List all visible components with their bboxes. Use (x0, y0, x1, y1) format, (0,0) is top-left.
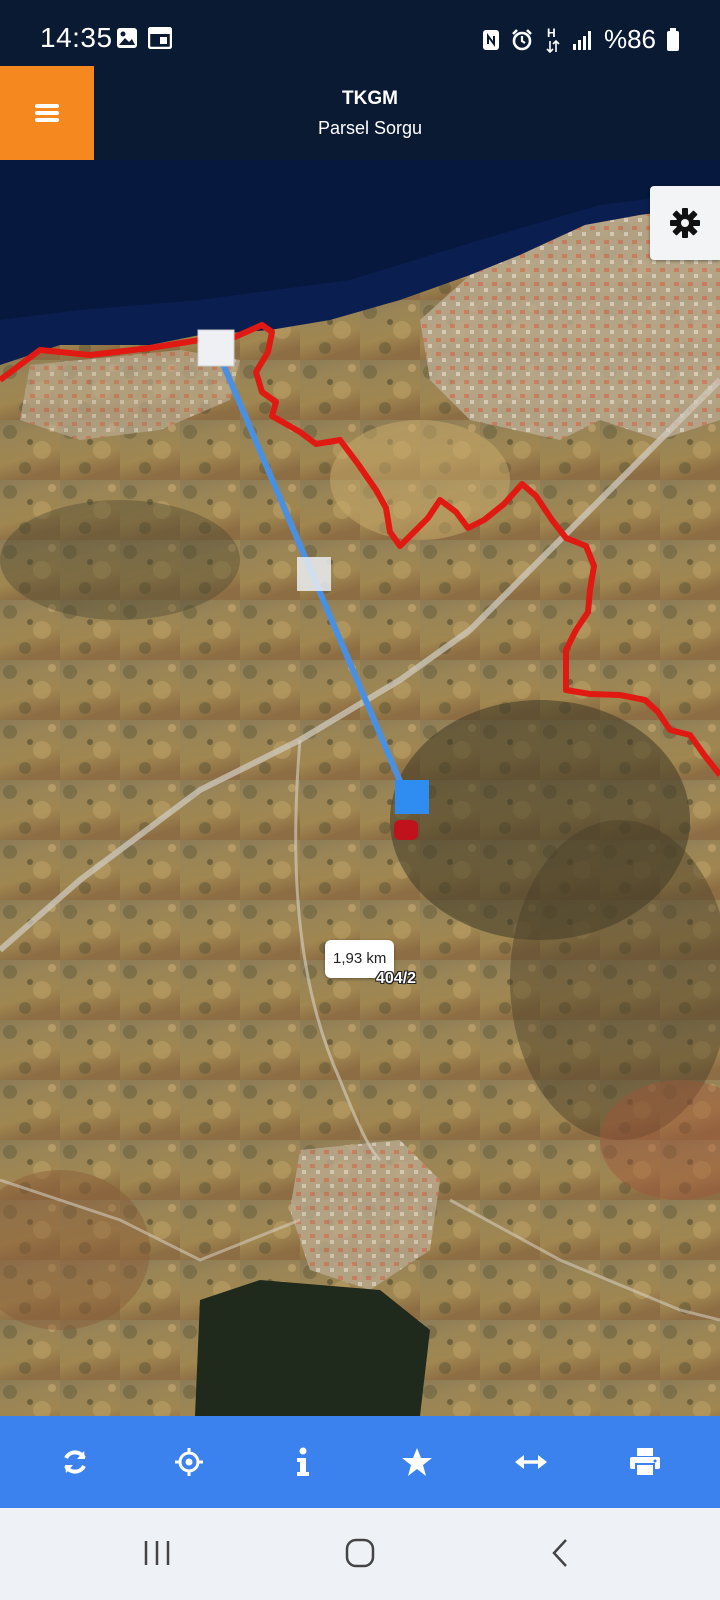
locate-button[interactable] (159, 1432, 219, 1492)
header-titles: TKGM Parsel Sorgu (300, 88, 440, 139)
hamburger-menu-icon (35, 101, 59, 125)
signal-icon (572, 30, 591, 50)
settings-button[interactable] (650, 186, 720, 260)
back-button[interactable] (525, 1528, 595, 1578)
status-left-icons (116, 27, 172, 49)
app-subtitle: Parsel Sorgu (317, 118, 423, 138)
refresh-button[interactable] (45, 1432, 105, 1492)
info-button[interactable] (273, 1432, 333, 1492)
refresh-icon (64, 1450, 86, 1474)
status-time: 14:35 (40, 22, 113, 53)
measure-button[interactable] (501, 1432, 561, 1492)
calendar-icon (148, 27, 172, 49)
status-right-icons: H %86 (482, 24, 680, 55)
gallery-icon (117, 28, 137, 48)
back-icon (552, 1539, 567, 1567)
bottom-toolbar (0, 1416, 720, 1508)
alarm-icon (512, 28, 532, 50)
info-icon (297, 1447, 309, 1476)
recent-apps-icon (144, 1541, 170, 1565)
system-nav-bar (0, 1508, 720, 1600)
measure-icon (515, 1455, 547, 1469)
parcel-number-label: 404/2 (376, 970, 417, 987)
svg-text:H: H (547, 26, 556, 40)
parcel-marker[interactable] (394, 820, 418, 840)
print-icon (630, 1448, 660, 1477)
favorite-button[interactable] (387, 1432, 447, 1492)
network-h-icon: H (546, 26, 560, 53)
home-button[interactable] (325, 1528, 395, 1578)
recent-apps-button[interactable] (122, 1528, 192, 1578)
app-screen: 14:35 H %86 TKGM Parsel Sorgu 1,93 km 40… (0, 0, 720, 1600)
measure-end-handle[interactable] (395, 780, 429, 814)
locate-icon (175, 1448, 203, 1476)
print-button[interactable] (615, 1432, 675, 1492)
measure-start-handle[interactable] (197, 329, 235, 367)
battery-icon (667, 27, 679, 51)
nfc-icon (482, 29, 499, 50)
map-canvas (0, 160, 720, 1416)
menu-button[interactable] (0, 66, 94, 160)
gear-icon (670, 208, 700, 238)
status-bar: 14:35 H %86 (0, 0, 720, 66)
battery-percentage: %86 (603, 24, 656, 54)
satellite-map[interactable]: 1,93 km 404/2 (0, 160, 720, 1416)
app-title: TKGM (342, 88, 398, 109)
measure-mid-handle[interactable] (297, 557, 331, 591)
home-icon (345, 1538, 375, 1568)
app-header: TKGM Parsel Sorgu (0, 66, 720, 160)
favorite-star-icon (402, 1448, 432, 1476)
